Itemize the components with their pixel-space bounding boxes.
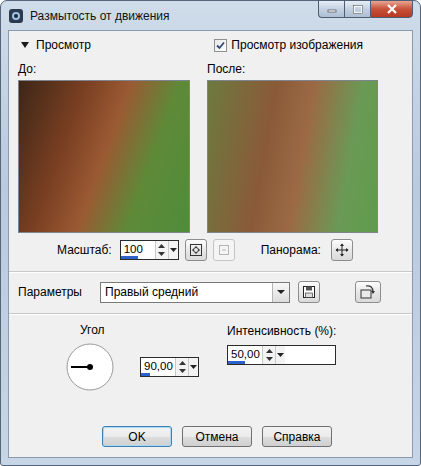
preview-header: Просмотр Просмотр изображения: [18, 35, 403, 55]
intensity-label: Интенсивность (%):: [227, 324, 336, 338]
zoom-field-dropdown[interactable]: [168, 241, 178, 259]
angle-field-dropdown[interactable]: [188, 358, 198, 376]
after-preview[interactable]: [207, 80, 378, 233]
maximize-button[interactable]: [344, 0, 370, 18]
angle-label: Угол: [80, 321, 199, 338]
save-preset-button[interactable]: [298, 281, 320, 303]
up-arrow-icon[interactable]: [157, 242, 166, 250]
dropdown-arrow-icon[interactable]: [190, 364, 197, 370]
separator: [9, 271, 412, 273]
dialog-button[interactable]: OK: [102, 426, 172, 447]
angle-field[interactable]: 90,00: [140, 357, 199, 377]
app-icon: [8, 8, 24, 24]
zoom-actual-button[interactable]: [213, 239, 235, 261]
preview-panes: [18, 80, 403, 233]
up-arrow-icon[interactable]: [178, 359, 187, 367]
down-arrow-icon[interactable]: [157, 250, 166, 258]
after-label: После:: [207, 62, 245, 76]
zoom-field-spinner[interactable]: [155, 241, 168, 259]
dialog-body: Просмотр Просмотр изображения До: После:…: [8, 30, 413, 458]
zoom-actual-icon[interactable]: [217, 243, 231, 257]
angle-field-level-bar: [141, 373, 150, 376]
zoom-fit-button[interactable]: [185, 239, 207, 261]
close-button[interactable]: [370, 0, 413, 18]
before-preview[interactable]: [18, 80, 190, 233]
preset-dropdown-button[interactable]: [272, 283, 289, 302]
check-icon[interactable]: [215, 40, 226, 51]
intensity-field-spinner[interactable]: [262, 346, 275, 364]
maximize-icon[interactable]: [353, 5, 363, 14]
zoom-row: Масштаб: 100 Панорама:: [18, 239, 403, 261]
dropdown-arrow-icon[interactable]: [277, 289, 285, 295]
zoom-label: Масштаб:: [57, 243, 112, 257]
checkbox-box[interactable]: [214, 39, 227, 52]
floppy-disk-icon[interactable]: [302, 285, 316, 299]
dialog-buttons: OK Отмена Справка: [18, 426, 403, 447]
preset-value[interactable]: Правый средний: [101, 285, 272, 299]
title-bar: Размытость от движения: [8, 1, 413, 30]
preset-dropdown[interactable]: Правый средний: [100, 282, 290, 303]
reset-button[interactable]: [355, 281, 381, 303]
dialog-button[interactable]: Справка: [262, 426, 332, 447]
intensity-field[interactable]: 50,00: [227, 345, 336, 365]
preview-toggle[interactable]: Просмотр: [20, 38, 91, 52]
close-icon[interactable]: [386, 4, 398, 14]
down-arrow-icon[interactable]: [178, 367, 187, 375]
zoom-fit-icon[interactable]: [189, 243, 203, 257]
separator: [9, 313, 412, 315]
dialog-button[interactable]: Отмена: [182, 426, 252, 447]
angle-group: Угол 90,00: [65, 321, 199, 392]
preview-labels: До: После:: [18, 61, 403, 76]
window-title: Размытость от движения: [30, 9, 312, 23]
intensity-field-level-bar: [228, 361, 245, 364]
angle-field-spinner[interactable]: [175, 358, 188, 376]
minimize-icon[interactable]: [327, 5, 337, 13]
expand-arrow-icon[interactable]: [20, 41, 30, 49]
reset-defaults-icon[interactable]: [359, 284, 377, 300]
show-image-label[interactable]: Просмотр изображения: [231, 38, 363, 52]
intensity-group: Интенсивность (%): 50,00: [227, 321, 336, 365]
preview-label[interactable]: Просмотр: [36, 38, 91, 52]
presets-label: Параметры: [18, 285, 92, 299]
zoom-field-value[interactable]: 100: [124, 243, 143, 255]
angle-controls: 90,00: [65, 342, 199, 392]
minimize-button[interactable]: [318, 0, 344, 18]
before-label: До:: [18, 62, 207, 76]
zoom-field-level-bar: [121, 256, 138, 259]
pan-arrows-icon[interactable]: [335, 243, 349, 257]
zoom-field[interactable]: 100: [120, 240, 179, 260]
dropdown-arrow-icon[interactable]: [170, 247, 177, 253]
intensity-field-value[interactable]: 50,00: [231, 348, 260, 360]
angle-field-value[interactable]: 90,00: [144, 360, 173, 372]
settings-group: Угол 90,00 Интенсивность (%): 50,00: [18, 321, 403, 392]
dialog-window: Размытость от движения Просмотр Просмотр…: [0, 0, 421, 466]
angle-dial[interactable]: [65, 342, 115, 392]
down-arrow-icon[interactable]: [265, 355, 274, 363]
caption-buttons: [318, 0, 413, 18]
show-image-checkbox[interactable]: Просмотр изображения: [214, 38, 363, 52]
intensity-field-dropdown[interactable]: [275, 346, 285, 364]
pan-button[interactable]: [331, 239, 353, 261]
dropdown-arrow-icon[interactable]: [277, 352, 284, 358]
up-arrow-icon[interactable]: [265, 347, 274, 355]
pan-label: Панорама:: [261, 243, 321, 257]
presets-row: Параметры Правый средний: [18, 281, 403, 303]
